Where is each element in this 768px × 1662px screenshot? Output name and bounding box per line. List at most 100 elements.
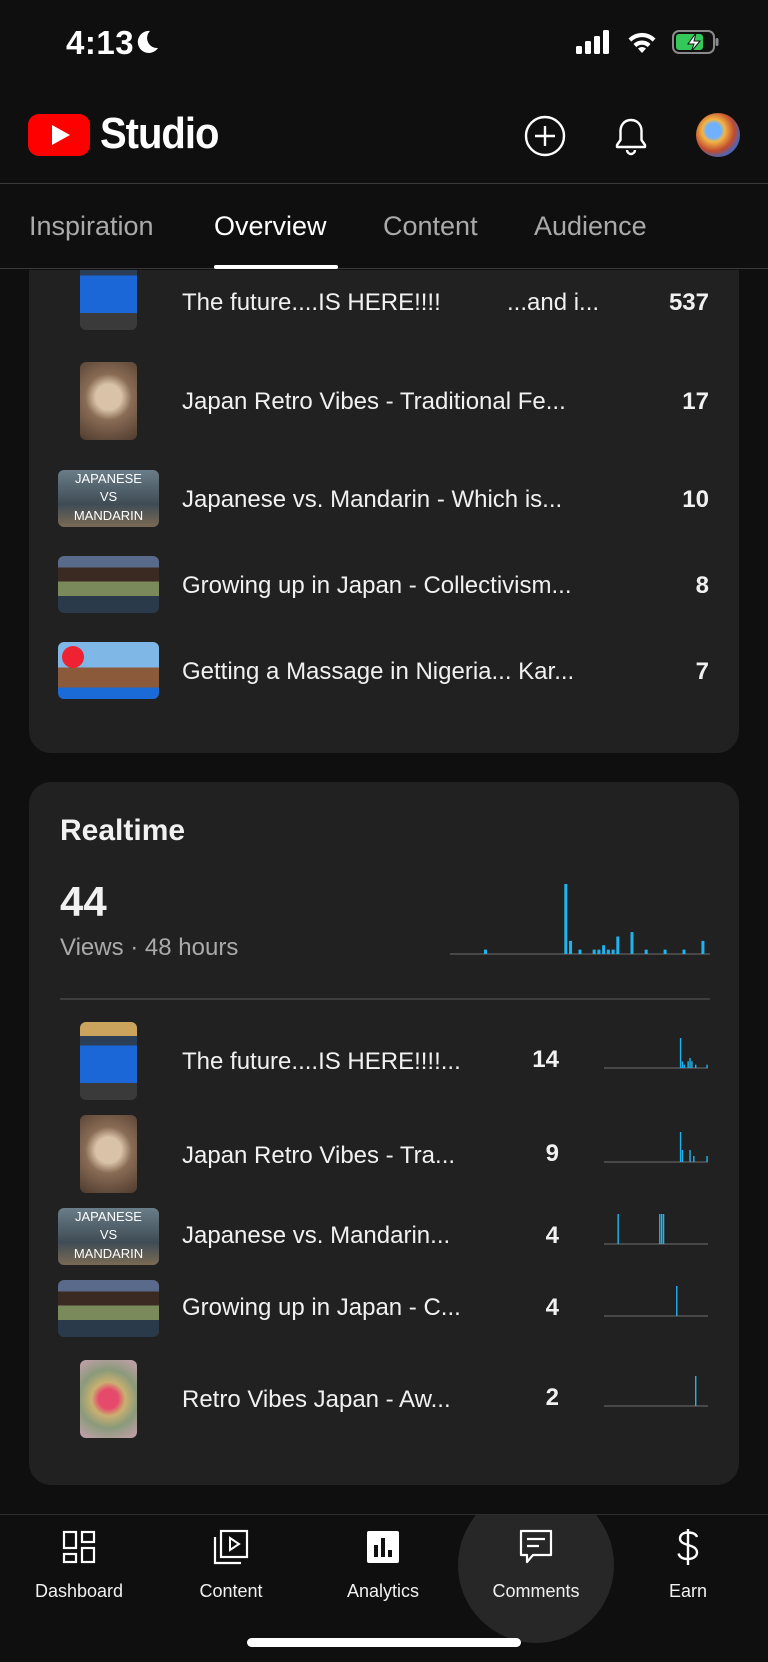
comments-icon: [516, 1527, 556, 1567]
chart-bar: [706, 1156, 708, 1162]
chart-bar: [569, 940, 573, 954]
chart-bar: [683, 1064, 686, 1068]
app-header: Studio: [0, 90, 768, 184]
chart-bar: [564, 884, 568, 954]
chart-bar: [689, 1058, 691, 1068]
tab-content[interactable]: Content: [383, 211, 478, 242]
video-thumbnail: [58, 642, 159, 699]
tab-bar: Inspiration Overview Content Audience: [0, 185, 768, 269]
video-views: 4: [545, 1222, 559, 1249]
chart-bar: [617, 1214, 619, 1244]
avatar[interactable]: [696, 113, 740, 157]
video-title: Japan Retro Vibes - Tra...: [182, 1142, 456, 1169]
nav-earn[interactable]: Earn: [618, 1527, 758, 1602]
video-value: 10: [682, 486, 709, 513]
chart-bar: [706, 1064, 708, 1068]
list-item[interactable]: Japan Retro Vibes - Tra... 9: [29, 1112, 739, 1204]
video-thumbnail: [80, 270, 137, 330]
video-sparkline: [604, 1132, 708, 1163]
nav-content[interactable]: Content: [161, 1527, 301, 1602]
top-content-card: The future....IS HERE!!!! ...and i... 53…: [29, 270, 739, 753]
chart-bar: [695, 1064, 697, 1068]
tab-audience[interactable]: Audience: [534, 211, 647, 242]
video-value: 537: [668, 289, 709, 316]
list-item[interactable]: Growing up in Japan - C... 4: [29, 1276, 739, 1348]
chart-bar: [483, 949, 487, 954]
video-thumbnail: [58, 1280, 159, 1337]
youtube-studio-logo[interactable]: Studio: [28, 110, 219, 158]
home-indicator[interactable]: [247, 1638, 521, 1647]
list-item[interactable]: JAPANESE VS MANDARIN Japanese vs. Mandar…: [29, 450, 739, 540]
realtime-card[interactable]: Realtime 44 Views · 48 hours The future.…: [29, 782, 739, 1485]
chart-bar: [592, 949, 596, 954]
video-title: Japan Retro Vibes - Traditional Fe...: [182, 388, 566, 415]
chart-bar: [630, 932, 634, 954]
chart-bar: [659, 1214, 661, 1244]
list-item[interactable]: The future....IS HERE!!!!... 14: [29, 1020, 739, 1112]
list-item[interactable]: Growing up in Japan - Collectivism... 8: [29, 536, 739, 626]
video-title: Getting a Massage in Nigeria... Kar...: [182, 658, 575, 685]
status-bar: 4:13: [0, 0, 768, 90]
chart-bar: [682, 949, 686, 954]
video-value: 8: [695, 572, 709, 599]
chart-bar: [611, 949, 615, 954]
chart-bar: [679, 1132, 682, 1162]
video-thumbnail: [58, 556, 159, 613]
chart-bar: [660, 1214, 663, 1244]
chart-bar: [695, 1376, 697, 1406]
moon-icon: [137, 30, 158, 53]
chart-bar: [616, 936, 620, 954]
chart-bar: [681, 1061, 684, 1068]
chart-bar: [606, 949, 610, 954]
video-thumbnail: [80, 1022, 137, 1100]
video-thumbnail: [80, 1360, 137, 1438]
nav-comments[interactable]: Comments: [466, 1527, 606, 1602]
chart-bar: [578, 949, 582, 954]
chart-bar: [602, 945, 606, 954]
overview-content[interactable]: The future....IS HERE!!!! ...and i... 53…: [0, 270, 768, 1515]
video-thumbnail: JAPANESE VS MANDARIN: [58, 1208, 159, 1265]
video-views: 4: [545, 1294, 559, 1321]
bottom-navigation: Dashboard Content Analytics Comments Ear…: [0, 1514, 768, 1662]
create-button[interactable]: [517, 108, 573, 164]
status-time: 4:13: [66, 24, 135, 61]
video-views: 9: [545, 1140, 559, 1167]
video-title: The future....IS HERE!!!!: [182, 289, 441, 316]
notifications-button[interactable]: [603, 108, 659, 164]
chart-bar: [693, 1156, 695, 1162]
battery-icon: [672, 30, 719, 54]
video-value: 7: [695, 658, 709, 685]
video-sparkline: [604, 1038, 708, 1069]
nav-dashboard[interactable]: Dashboard: [9, 1527, 149, 1602]
chart-bar: [701, 940, 705, 954]
list-item[interactable]: Japan Retro Vibes - Traditional Fe... 17: [29, 340, 739, 440]
video-views: 2: [545, 1384, 559, 1411]
realtime-title: Realtime: [60, 814, 186, 847]
chart-bar: [597, 949, 601, 954]
tab-overview[interactable]: Overview: [214, 211, 327, 242]
nav-analytics[interactable]: Analytics: [313, 1527, 453, 1602]
chart-bar: [662, 1214, 665, 1244]
active-tab-indicator: [214, 265, 338, 269]
realtime-views: 44: [60, 878, 107, 925]
video-value: 17: [682, 388, 709, 415]
list-item[interactable]: The future....IS HERE!!!! ...and i... 53…: [29, 270, 739, 340]
content-icon: [211, 1527, 251, 1567]
video-title: Growing up in Japan - Collectivism...: [182, 572, 572, 599]
video-title: Growing up in Japan - C...: [182, 1294, 461, 1321]
realtime-subtitle: Views · 48 hours: [60, 934, 239, 961]
list-item[interactable]: Retro Vibes Japan - Aw... 2: [29, 1348, 739, 1448]
tab-inspiration[interactable]: Inspiration: [29, 211, 154, 242]
chart-bar: [691, 1061, 693, 1068]
list-item[interactable]: Getting a Massage in Nigeria... Kar... 7: [29, 622, 739, 712]
chart-bar: [687, 1061, 689, 1068]
plus-circle-icon: [524, 115, 566, 157]
list-item[interactable]: JAPANESE VS MANDARIN Japanese vs. Mandar…: [29, 1204, 739, 1276]
analytics-icon: [363, 1527, 403, 1567]
video-thumbnail: JAPANESE VS MANDARIN: [58, 470, 159, 527]
chart-bar: [679, 1038, 682, 1068]
signal-icon: [576, 30, 609, 54]
video-thumbnail: [80, 362, 137, 440]
video-sparkline: [604, 1286, 708, 1317]
video-title: Japanese vs. Mandarin - Which is...: [182, 486, 563, 513]
